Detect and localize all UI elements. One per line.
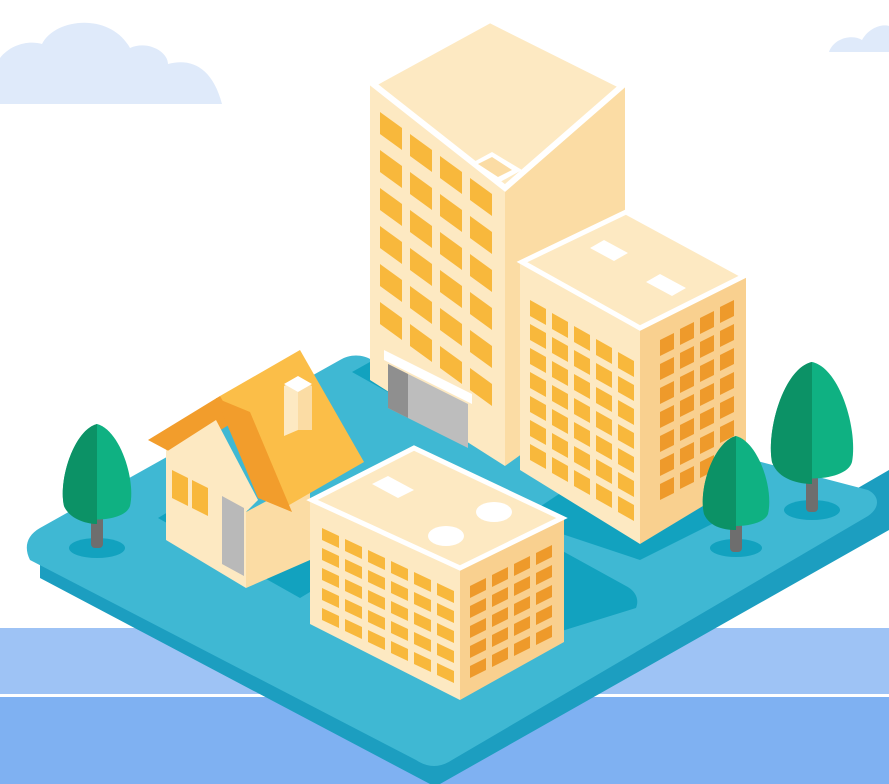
- house-door-icon: [222, 496, 244, 576]
- city-block-illustration: [0, 0, 889, 784]
